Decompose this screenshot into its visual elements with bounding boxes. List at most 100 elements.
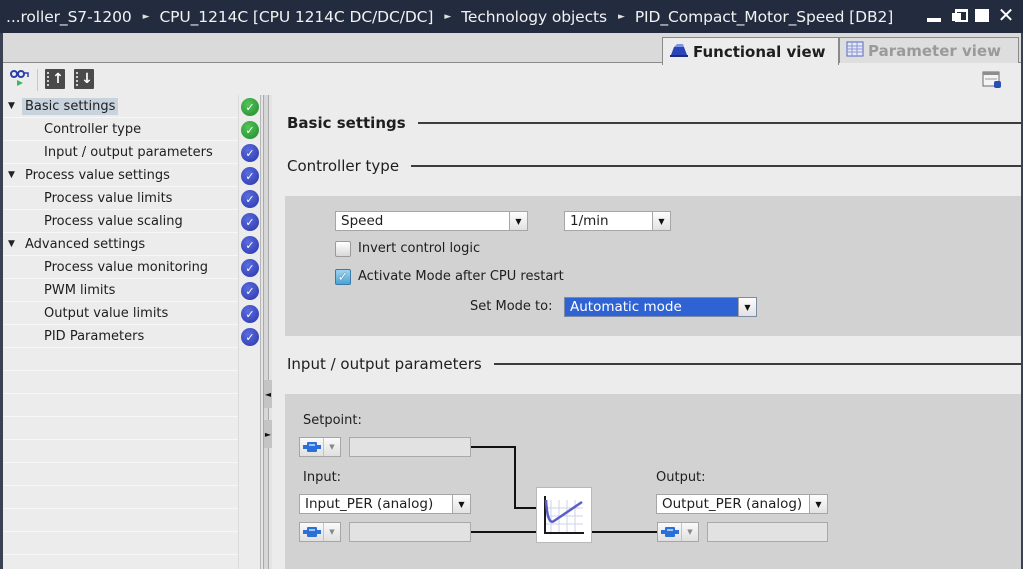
tab-parameter-view[interactable]: Parameter view (839, 37, 1019, 64)
nav-item-label: Process value settings (25, 167, 170, 183)
nav-item-process-value-limits[interactable]: Process value limits (3, 187, 238, 210)
window-controls: ✕ (925, 4, 1015, 26)
dropdown-arrow-icon: ▼ (687, 528, 693, 536)
dropdown-arrow-icon: ▼ (738, 298, 756, 316)
nav-item-input-output-parameters[interactable]: Input / output parameters (3, 141, 238, 164)
dropdown-arrow-icon: ▼ (809, 495, 827, 513)
toolbar: ↑ ↓ (3, 63, 1021, 95)
status-ok-icon: ✓ (241, 121, 259, 139)
setpoint-interface-button[interactable]: ▼ (299, 437, 341, 457)
nav-status-column: ✓ ✓ ✓ ✓ ✓ ✓ ✓ ✓ ✓ ✓ ✓ (238, 95, 260, 569)
expand-right-icon: ► (264, 429, 272, 439)
select-value: Input_PER (analog) (305, 496, 434, 512)
collapse-all-button[interactable]: ↓ (74, 69, 94, 89)
restore-button[interactable] (949, 4, 968, 26)
output-interface-button[interactable]: ▼ (657, 522, 699, 542)
dropdown-arrow-icon: ▼ (452, 495, 470, 513)
select-value: Speed (341, 213, 384, 229)
nav-item-output-value-limits[interactable]: Output value limits (3, 302, 238, 325)
nav-item-pid-parameters[interactable]: PID Parameters (3, 325, 238, 348)
setpoint-wire (514, 446, 516, 509)
nav-item-label: PWM limits (44, 282, 116, 298)
minimize-icon (927, 18, 941, 22)
set-mode-select[interactable]: Automatic mode ▼ (564, 297, 757, 317)
status-default-icon: ✓ (241, 305, 259, 323)
output-input[interactable] (707, 522, 828, 542)
select-value: Output_PER (analog) (662, 496, 803, 512)
nav-empty-row (3, 509, 238, 532)
expand-all-button[interactable]: ↑ (45, 69, 65, 89)
input-type-select[interactable]: Input_PER (analog) ▼ (299, 494, 471, 514)
nav-item-basic-settings[interactable]: ▼ Basic settings (3, 95, 238, 118)
interface-plug-icon (300, 438, 324, 456)
unit-select[interactable]: 1/min ▼ (564, 211, 671, 231)
controller-type-select[interactable]: Speed ▼ (335, 211, 528, 231)
minimize-button[interactable] (925, 4, 943, 26)
nav-item-label: Input / output parameters (44, 144, 213, 160)
setpoint-label: Setpoint: (303, 413, 362, 428)
nav-item-advanced-settings[interactable]: ▼ Advanced settings (3, 233, 238, 256)
nav-item-label: Process value scaling (44, 213, 183, 229)
collapse-all-icon: ↓ (81, 71, 93, 87)
panel-splitter[interactable]: ◄ ► (260, 95, 272, 569)
functional-view-icon (669, 42, 689, 62)
input-input[interactable] (349, 522, 471, 542)
breadcrumb-item-technology-objects[interactable]: Technology objects (461, 8, 607, 26)
expand-caret-icon[interactable]: ▼ (8, 101, 15, 111)
nav-empty-row (3, 440, 238, 463)
breadcrumb-item-controller[interactable]: ...roller_S7-1200 (6, 8, 132, 26)
interface-plug-icon (658, 523, 682, 541)
nav-empty-row (3, 532, 238, 555)
collapse-left-button[interactable]: ◄ (264, 380, 272, 408)
nav-empty-row (3, 348, 238, 371)
activate-mode-checkbox[interactable]: ✓ (335, 269, 351, 285)
status-default-icon: ✓ (241, 190, 259, 208)
expand-caret-icon[interactable]: ▼ (8, 239, 15, 249)
section-divider (411, 165, 1021, 167)
status-default-icon: ✓ (241, 167, 259, 185)
expand-all-icon: ↑ (52, 71, 64, 87)
nav-empty-row (3, 463, 238, 486)
maximize-button[interactable] (973, 4, 991, 26)
nav-item-process-value-monitoring[interactable]: Process value monitoring (3, 256, 238, 279)
view-tab-strip: Functional view Parameter view (3, 33, 1021, 65)
nav-item-pwm-limits[interactable]: PWM limits (3, 279, 238, 302)
section-basic-settings: Basic settings (287, 114, 1021, 132)
expand-right-button[interactable]: ► (264, 420, 272, 448)
nav-item-process-value-settings[interactable]: ▼ Process value settings (3, 164, 238, 187)
expand-caret-icon[interactable]: ▼ (8, 170, 15, 180)
input-interface-button[interactable]: ▼ (299, 522, 341, 542)
settings-window-button[interactable] (982, 71, 1002, 91)
parameter-view-icon (846, 41, 864, 61)
close-button[interactable]: ✕ (997, 4, 1015, 26)
nav-item-controller-type[interactable]: Controller type (3, 118, 238, 141)
interface-plug-icon (300, 523, 324, 541)
splitter-bar[interactable]: ◄ ► (263, 95, 272, 569)
breadcrumb-item-pid-compact[interactable]: PID_Compact_Motor_Speed [DB2] (635, 8, 893, 26)
output-type-select[interactable]: Output_PER (analog) ▼ (656, 494, 828, 514)
set-mode-label: Set Mode to: (470, 299, 553, 314)
nav-empty-row (3, 371, 238, 394)
navigation-tree: ▼ Basic settings Controller type Input /… (3, 95, 238, 569)
section-controller-type: Controller type (287, 157, 1021, 175)
setpoint-input[interactable] (349, 437, 471, 457)
io-parameters-panel: Setpoint: ▼ Input: Input_PER (analog) ▼ … (285, 394, 1021, 569)
dropdown-arrow-icon: ▼ (329, 528, 335, 536)
breadcrumb-item-cpu[interactable]: CPU_1214C [CPU 1214C DC/DC/DC] (159, 8, 433, 26)
section-title: Controller type (287, 157, 400, 175)
nav-empty-row (3, 394, 238, 417)
dropdown-arrow-icon: ▼ (652, 212, 670, 230)
title-bar: ...roller_S7-1200 ► CPU_1214C [CPU 1214C… (0, 0, 1023, 33)
monitor-all-button[interactable] (9, 69, 29, 89)
tab-functional-view[interactable]: Functional view (662, 37, 839, 65)
nav-item-label: Advanced settings (25, 236, 146, 252)
breadcrumb-separator-icon: ► (142, 11, 150, 22)
nav-item-label: Output value limits (44, 305, 169, 321)
status-default-icon: ✓ (241, 236, 259, 254)
invert-control-logic-checkbox[interactable] (335, 241, 351, 257)
status-default-icon: ✓ (241, 282, 259, 300)
controller-type-panel: Speed ▼ 1/min ▼ Invert control logic ✓ A… (285, 196, 1021, 336)
nav-item-label: Process value limits (44, 190, 173, 206)
maximize-icon (975, 8, 989, 22)
nav-item-process-value-scaling[interactable]: Process value scaling (3, 210, 238, 233)
